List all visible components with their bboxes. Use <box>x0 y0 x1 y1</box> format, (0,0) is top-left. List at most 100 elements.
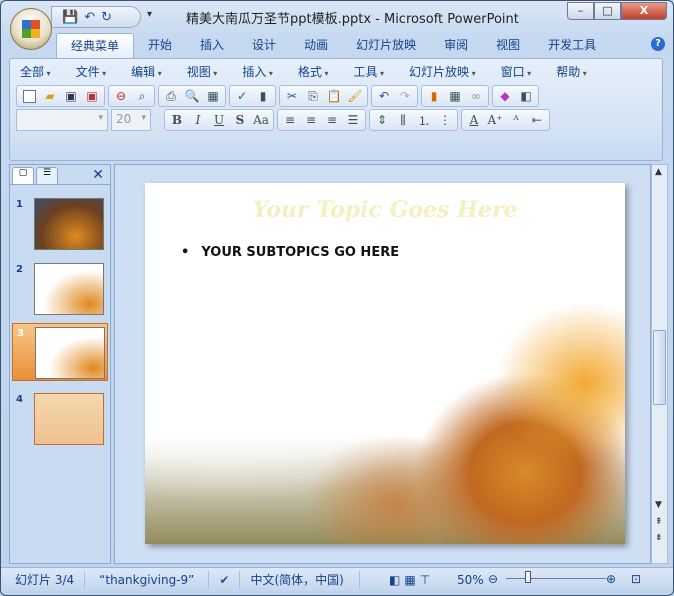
menu-all[interactable]: 全部 <box>20 63 51 80</box>
normal-view-icon[interactable]: ◧ <box>389 573 404 587</box>
close-pane-icon[interactable]: ✕ <box>92 167 104 183</box>
vertical-scrollbar[interactable]: ▲ ▼ ⇞ ⇟ <box>651 164 668 564</box>
redo-icon[interactable]: ↻ <box>101 10 112 25</box>
redo-icon[interactable]: ↷ <box>395 87 415 105</box>
grid-icon[interactable]: ▦ <box>203 87 223 105</box>
zoom-slider-track[interactable] <box>506 578 606 579</box>
menu-tools[interactable]: 工具 <box>353 63 384 80</box>
thumbnail-image <box>34 198 104 250</box>
menu-edit[interactable]: 编辑 <box>131 63 162 80</box>
print-preview-icon[interactable]: 🔍 <box>182 87 202 105</box>
scroll-down-icon[interactable]: ▼ <box>655 500 662 510</box>
fit-to-window-icon[interactable]: ⊡ <box>631 570 641 588</box>
spellcheck-icon[interactable]: ✔ <box>209 570 241 589</box>
line-spacing-icon[interactable]: ⇕ <box>372 111 392 129</box>
numbering-icon[interactable]: ⒈ <box>414 111 434 129</box>
save-icon[interactable]: ▣ <box>61 87 81 105</box>
save-icon[interactable]: 💾 <box>62 10 78 25</box>
previous-slide-icon[interactable]: ⇞ <box>655 517 663 527</box>
shadow-button[interactable]: S <box>230 111 250 129</box>
close-button[interactable]: X <box>621 2 667 20</box>
research-icon[interactable]: ▮ <box>253 87 273 105</box>
tab-design[interactable]: 设计 <box>238 33 290 59</box>
print-icon[interactable]: ⎙ <box>161 87 181 105</box>
color-icon[interactable]: ◆ <box>495 87 515 105</box>
font-size-combo[interactable]: 20 <box>111 109 151 131</box>
slide-canvas[interactable]: Your Topic Goes Here • YOUR SUBTOPICS GO … <box>145 183 625 544</box>
undo-icon[interactable]: ↶ <box>374 87 394 105</box>
tab-slideshow[interactable]: 幻灯片放映 <box>342 33 430 59</box>
help-icon[interactable]: ? <box>651 37 665 51</box>
slide-thumbnail[interactable]: 2 <box>12 260 108 318</box>
slideshow-view-icon[interactable]: ⊤ <box>420 573 434 587</box>
permission-icon[interactable]: ⊖ <box>111 87 131 105</box>
tab-developer[interactable]: 开发工具 <box>534 33 610 59</box>
menu-window[interactable]: 窗口 <box>501 63 532 80</box>
slide-thumbnail[interactable]: 1 <box>12 195 108 253</box>
table-icon[interactable]: ▦ <box>445 87 465 105</box>
hyperlink-icon[interactable]: ∞ <box>466 87 486 105</box>
zoom-slider-thumb[interactable] <box>525 571 532 583</box>
next-slide-icon[interactable]: ⇟ <box>655 533 663 543</box>
menu-view[interactable]: 视图 <box>187 63 218 80</box>
maximize-button[interactable]: □ <box>594 2 621 20</box>
tab-insert[interactable]: 插入 <box>186 33 238 59</box>
align-left-icon[interactable]: ≡ <box>280 111 300 129</box>
align-center-icon[interactable]: ≡ <box>301 111 321 129</box>
slide-thumbnail-selected[interactable]: 3 <box>12 323 108 381</box>
customize-qat-button[interactable]: ▾ <box>147 9 152 20</box>
slide-bullet[interactable]: • YOUR SUBTOPICS GO HERE <box>181 245 399 260</box>
bullets-icon[interactable]: ⋮ <box>435 111 455 129</box>
underline-button[interactable]: U <box>209 111 229 129</box>
menu-help[interactable]: 帮助 <box>556 63 587 80</box>
grayscale-icon[interactable]: ◧ <box>516 87 536 105</box>
align-right-icon[interactable]: ≡ <box>322 111 342 129</box>
font-color-button[interactable]: A <box>464 111 484 129</box>
save-as-icon[interactable]: ▣ <box>82 87 102 105</box>
menu-format[interactable]: 格式 <box>298 63 329 80</box>
tab-animations[interactable]: 动画 <box>290 33 342 59</box>
undo-icon[interactable]: ↶ <box>84 10 95 25</box>
attach-icon[interactable]: ⌕ <box>132 87 152 105</box>
tab-home[interactable]: 开始 <box>134 33 186 59</box>
change-case-button[interactable]: Aa <box>251 111 271 129</box>
scroll-up-icon[interactable]: ▲ <box>655 167 662 177</box>
format-painter-icon[interactable]: 🖌 <box>345 87 365 105</box>
decrease-indent-icon[interactable]: ⇤ <box>527 111 547 129</box>
language-status[interactable]: 中文(简体，中国) <box>240 570 361 589</box>
new-icon[interactable] <box>19 87 39 105</box>
bullet-text: YOUR SUBTOPICS GO HERE <box>201 245 400 260</box>
slide-thumbnail[interactable]: 4 <box>12 390 108 448</box>
open-icon[interactable]: ▰ <box>40 87 60 105</box>
cut-icon[interactable]: ✂ <box>282 87 302 105</box>
justify-icon[interactable]: ☰ <box>343 111 363 129</box>
paste-icon[interactable]: 📋 <box>324 87 344 105</box>
menu-file[interactable]: 文件 <box>76 63 107 80</box>
slide-title[interactable]: Your Topic Goes Here <box>145 197 625 223</box>
tab-review[interactable]: 审阅 <box>430 33 482 59</box>
menu-insert[interactable]: 插入 <box>242 63 273 80</box>
chart-icon[interactable]: ▮ <box>424 87 444 105</box>
grow-font-icon[interactable]: A⁺ <box>485 111 505 129</box>
menu-slideshow[interactable]: 幻灯片放映 <box>409 63 476 80</box>
view-buttons[interactable]: ◧▦⊤ <box>389 571 434 589</box>
shrink-font-icon[interactable]: ᴬ <box>506 111 526 129</box>
bullet-mark: • <box>181 245 190 260</box>
scroll-thumb[interactable] <box>653 330 666 405</box>
text-direction-icon[interactable]: ⫼ <box>393 111 413 129</box>
tab-classic-menu[interactable]: 经典菜单 <box>56 33 135 59</box>
zoom-out-icon[interactable]: ⊖ <box>488 570 498 588</box>
sorter-view-icon[interactable]: ▦ <box>404 573 419 587</box>
minimize-button[interactable]: – <box>567 2 594 20</box>
outline-tab[interactable]: ☰ <box>36 167 58 184</box>
italic-button[interactable]: I <box>188 111 208 129</box>
spelling-icon[interactable]: ✓ <box>232 87 252 105</box>
tab-view[interactable]: 视图 <box>482 33 534 59</box>
office-button[interactable] <box>10 8 52 50</box>
slides-tab[interactable]: ▢ <box>12 167 34 184</box>
zoom-level[interactable]: 50% <box>447 571 494 589</box>
copy-icon[interactable]: ⎘ <box>303 87 323 105</box>
zoom-in-icon[interactable]: ⊕ <box>606 570 616 588</box>
font-name-combo[interactable] <box>16 109 108 131</box>
bold-button[interactable]: B <box>167 111 187 129</box>
